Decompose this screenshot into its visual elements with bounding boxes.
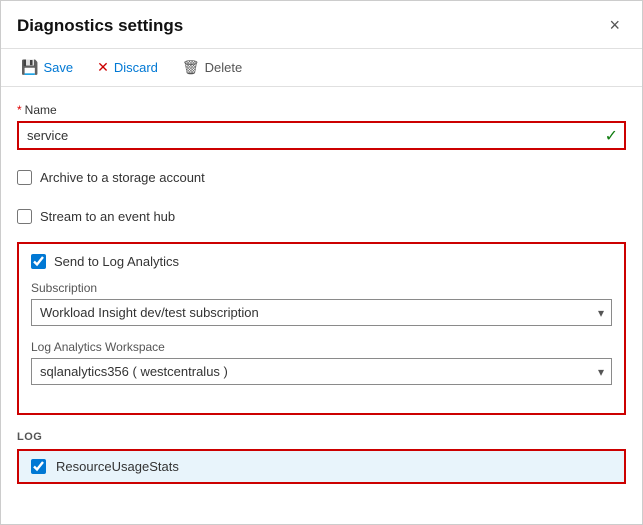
- resource-usage-stats-label: ResourceUsageStats: [56, 459, 179, 474]
- log-section-header: LOG: [17, 431, 626, 443]
- name-field-group: * Name ✓: [17, 103, 626, 150]
- resource-usage-stats-checkbox[interactable]: [31, 459, 46, 474]
- workspace-field-group: Log Analytics Workspace sqlanalytics356 …: [31, 340, 612, 385]
- delete-button[interactable]: 🗑 Delete: [178, 57, 246, 78]
- dialog-title: Diagnostics settings: [17, 16, 183, 36]
- save-label: Save: [43, 60, 73, 75]
- discard-button[interactable]: ✕ Discard: [93, 57, 162, 78]
- valid-checkmark-icon: ✓: [605, 126, 624, 146]
- workspace-dropdown-wrapper: sqlanalytics356 ( westcentralus ) ▾: [31, 358, 612, 385]
- workspace-select[interactable]: sqlanalytics356 ( westcentralus ): [31, 358, 612, 385]
- save-button[interactable]: 💾 Save: [17, 57, 77, 78]
- subscription-select[interactable]: Workload Insight dev/test subscription: [31, 299, 612, 326]
- name-input[interactable]: [19, 123, 605, 148]
- archive-label: Archive to a storage account: [40, 170, 205, 185]
- subscription-label: Subscription: [31, 281, 612, 295]
- log-analytics-checkbox[interactable]: [31, 254, 46, 269]
- table-row: ResourceUsageStats: [19, 451, 624, 482]
- log-analytics-header: Send to Log Analytics: [31, 254, 612, 269]
- log-analytics-label: Send to Log Analytics: [54, 254, 179, 269]
- stream-label: Stream to an event hub: [40, 209, 175, 224]
- diagnostics-settings-dialog: Diagnostics settings × 💾 Save ✕ Discard …: [0, 0, 643, 525]
- subscription-dropdown-wrapper: Workload Insight dev/test subscription ▾: [31, 299, 612, 326]
- delete-icon: 🗑: [182, 59, 200, 76]
- discard-label: Discard: [114, 60, 158, 75]
- dialog-header: Diagnostics settings ×: [1, 1, 642, 49]
- toolbar: 💾 Save ✕ Discard 🗑 Delete: [1, 49, 642, 87]
- name-input-wrapper: ✓: [17, 121, 626, 150]
- log-section: LOG ResourceUsageStats: [17, 431, 626, 484]
- required-star: *: [17, 103, 22, 117]
- stream-checkbox[interactable]: [17, 209, 32, 224]
- log-table: ResourceUsageStats: [17, 449, 626, 484]
- save-icon: 💾: [21, 59, 38, 76]
- subscription-field-group: Subscription Workload Insight dev/test s…: [31, 281, 612, 326]
- close-button[interactable]: ×: [603, 13, 626, 38]
- stream-checkbox-row: Stream to an event hub: [17, 203, 626, 230]
- name-field-label: * Name: [17, 103, 626, 117]
- delete-label: Delete: [205, 60, 243, 75]
- archive-checkbox-row: Archive to a storage account: [17, 164, 626, 191]
- workspace-label: Log Analytics Workspace: [31, 340, 612, 354]
- archive-checkbox[interactable]: [17, 170, 32, 185]
- name-label-text: Name: [25, 103, 57, 117]
- form-content: * Name ✓ Archive to a storage account St…: [1, 87, 642, 524]
- discard-icon: ✕: [97, 59, 109, 76]
- log-analytics-section: Send to Log Analytics Subscription Workl…: [17, 242, 626, 415]
